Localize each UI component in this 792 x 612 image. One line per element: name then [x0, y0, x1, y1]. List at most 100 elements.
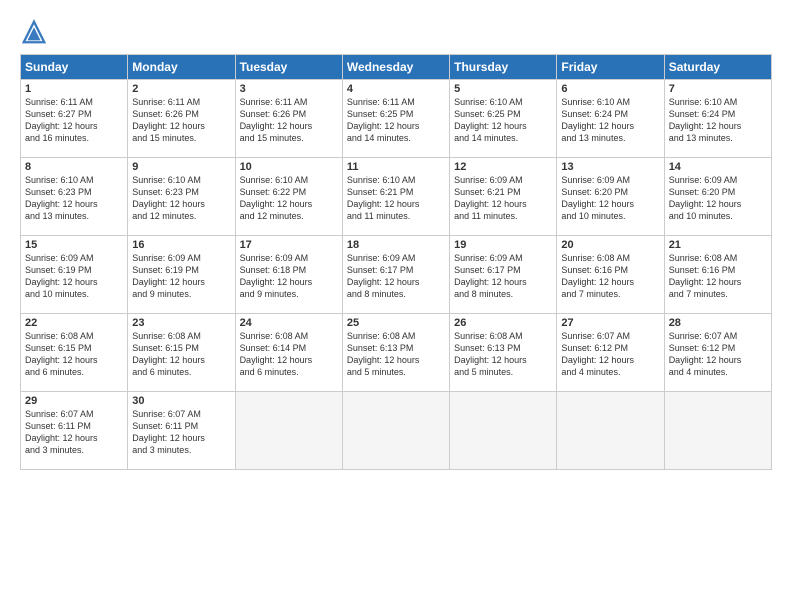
- daylight-minutes: and 8 minutes.: [454, 289, 513, 299]
- day-info: Sunrise: 6:09 AM Sunset: 6:20 PM Dayligh…: [561, 174, 659, 223]
- daylight-minutes: and 10 minutes.: [561, 211, 625, 221]
- sunrise-label: Sunrise: 6:07 AM: [132, 409, 201, 419]
- sunset-label: Sunset: 6:12 PM: [669, 343, 736, 353]
- sunrise-label: Sunrise: 6:08 AM: [669, 253, 738, 263]
- day-info: Sunrise: 6:10 AM Sunset: 6:25 PM Dayligh…: [454, 96, 552, 145]
- day-cell: 10 Sunrise: 6:10 AM Sunset: 6:22 PM Dayl…: [235, 158, 342, 236]
- daylight-minutes: and 13 minutes.: [561, 133, 625, 143]
- day-number: 16: [132, 239, 230, 251]
- sunrise-label: Sunrise: 6:10 AM: [561, 97, 630, 107]
- day-number: 12: [454, 161, 552, 173]
- sunset-label: Sunset: 6:26 PM: [132, 109, 199, 119]
- day-cell: [450, 392, 557, 470]
- daylight-minutes: and 16 minutes.: [25, 133, 89, 143]
- day-number: 22: [25, 317, 123, 329]
- daylight-minutes: and 6 minutes.: [132, 367, 191, 377]
- day-info: Sunrise: 6:08 AM Sunset: 6:14 PM Dayligh…: [240, 330, 338, 379]
- sunset-label: Sunset: 6:17 PM: [454, 265, 521, 275]
- sunrise-label: Sunrise: 6:10 AM: [25, 175, 94, 185]
- daylight-label: Daylight: 12 hours: [132, 121, 205, 131]
- daylight-label: Daylight: 12 hours: [347, 199, 420, 209]
- daylight-label: Daylight: 12 hours: [25, 121, 98, 131]
- day-info: Sunrise: 6:08 AM Sunset: 6:13 PM Dayligh…: [347, 330, 445, 379]
- sunset-label: Sunset: 6:11 PM: [25, 421, 91, 431]
- header-cell-monday: Monday: [128, 55, 235, 80]
- page: SundayMondayTuesdayWednesdayThursdayFrid…: [0, 0, 792, 612]
- sunrise-label: Sunrise: 6:09 AM: [132, 253, 201, 263]
- daylight-minutes: and 4 minutes.: [669, 367, 728, 377]
- sunrise-label: Sunrise: 6:08 AM: [454, 331, 523, 341]
- day-cell: 20 Sunrise: 6:08 AM Sunset: 6:16 PM Dayl…: [557, 236, 664, 314]
- week-row-4: 22 Sunrise: 6:08 AM Sunset: 6:15 PM Dayl…: [21, 314, 772, 392]
- day-info: Sunrise: 6:09 AM Sunset: 6:19 PM Dayligh…: [25, 252, 123, 301]
- daylight-minutes: and 15 minutes.: [132, 133, 196, 143]
- day-cell: 12 Sunrise: 6:09 AM Sunset: 6:21 PM Dayl…: [450, 158, 557, 236]
- day-info: Sunrise: 6:10 AM Sunset: 6:23 PM Dayligh…: [132, 174, 230, 223]
- daylight-label: Daylight: 12 hours: [25, 433, 98, 443]
- sunset-label: Sunset: 6:20 PM: [561, 187, 628, 197]
- sunrise-label: Sunrise: 6:08 AM: [25, 331, 94, 341]
- day-cell: 21 Sunrise: 6:08 AM Sunset: 6:16 PM Dayl…: [664, 236, 771, 314]
- day-number: 24: [240, 317, 338, 329]
- day-cell: 26 Sunrise: 6:08 AM Sunset: 6:13 PM Dayl…: [450, 314, 557, 392]
- week-row-2: 8 Sunrise: 6:10 AM Sunset: 6:23 PM Dayli…: [21, 158, 772, 236]
- header: [20, 18, 772, 46]
- day-cell: 15 Sunrise: 6:09 AM Sunset: 6:19 PM Dayl…: [21, 236, 128, 314]
- day-cell: 29 Sunrise: 6:07 AM Sunset: 6:11 PM Dayl…: [21, 392, 128, 470]
- day-number: 6: [561, 83, 659, 95]
- day-number: 26: [454, 317, 552, 329]
- daylight-label: Daylight: 12 hours: [240, 277, 313, 287]
- day-number: 10: [240, 161, 338, 173]
- day-info: Sunrise: 6:10 AM Sunset: 6:22 PM Dayligh…: [240, 174, 338, 223]
- daylight-minutes: and 6 minutes.: [25, 367, 84, 377]
- sunrise-label: Sunrise: 6:08 AM: [240, 331, 309, 341]
- day-info: Sunrise: 6:09 AM Sunset: 6:20 PM Dayligh…: [669, 174, 767, 223]
- sunrise-label: Sunrise: 6:07 AM: [561, 331, 630, 341]
- sunrise-label: Sunrise: 6:11 AM: [240, 97, 308, 107]
- day-number: 7: [669, 83, 767, 95]
- sunrise-label: Sunrise: 6:09 AM: [240, 253, 309, 263]
- day-number: 30: [132, 395, 230, 407]
- sunset-label: Sunset: 6:25 PM: [347, 109, 414, 119]
- daylight-label: Daylight: 12 hours: [132, 199, 205, 209]
- daylight-minutes: and 14 minutes.: [347, 133, 411, 143]
- day-number: 13: [561, 161, 659, 173]
- day-cell: [557, 392, 664, 470]
- day-info: Sunrise: 6:08 AM Sunset: 6:15 PM Dayligh…: [25, 330, 123, 379]
- day-info: Sunrise: 6:09 AM Sunset: 6:21 PM Dayligh…: [454, 174, 552, 223]
- sunset-label: Sunset: 6:16 PM: [669, 265, 736, 275]
- daylight-label: Daylight: 12 hours: [240, 355, 313, 365]
- sunset-label: Sunset: 6:20 PM: [669, 187, 736, 197]
- day-number: 14: [669, 161, 767, 173]
- daylight-label: Daylight: 12 hours: [25, 199, 98, 209]
- header-row: SundayMondayTuesdayWednesdayThursdayFrid…: [21, 55, 772, 80]
- logo-icon: [20, 18, 48, 46]
- day-cell: 27 Sunrise: 6:07 AM Sunset: 6:12 PM Dayl…: [557, 314, 664, 392]
- day-info: Sunrise: 6:10 AM Sunset: 6:23 PM Dayligh…: [25, 174, 123, 223]
- sunset-label: Sunset: 6:23 PM: [25, 187, 92, 197]
- sunrise-label: Sunrise: 6:09 AM: [25, 253, 94, 263]
- day-info: Sunrise: 6:11 AM Sunset: 6:26 PM Dayligh…: [132, 96, 230, 145]
- day-number: 23: [132, 317, 230, 329]
- day-cell: 28 Sunrise: 6:07 AM Sunset: 6:12 PM Dayl…: [664, 314, 771, 392]
- day-number: 3: [240, 83, 338, 95]
- sunset-label: Sunset: 6:15 PM: [25, 343, 92, 353]
- day-cell: 16 Sunrise: 6:09 AM Sunset: 6:19 PM Dayl…: [128, 236, 235, 314]
- day-info: Sunrise: 6:10 AM Sunset: 6:21 PM Dayligh…: [347, 174, 445, 223]
- day-info: Sunrise: 6:07 AM Sunset: 6:11 PM Dayligh…: [132, 408, 230, 457]
- sunset-label: Sunset: 6:11 PM: [132, 421, 198, 431]
- day-number: 9: [132, 161, 230, 173]
- day-info: Sunrise: 6:07 AM Sunset: 6:11 PM Dayligh…: [25, 408, 123, 457]
- day-number: 21: [669, 239, 767, 251]
- sunset-label: Sunset: 6:17 PM: [347, 265, 414, 275]
- day-cell: 2 Sunrise: 6:11 AM Sunset: 6:26 PM Dayli…: [128, 80, 235, 158]
- daylight-label: Daylight: 12 hours: [669, 355, 742, 365]
- day-cell: [235, 392, 342, 470]
- day-number: 28: [669, 317, 767, 329]
- sunrise-label: Sunrise: 6:10 AM: [669, 97, 738, 107]
- daylight-minutes: and 4 minutes.: [561, 367, 620, 377]
- daylight-label: Daylight: 12 hours: [669, 277, 742, 287]
- sunrise-label: Sunrise: 6:10 AM: [132, 175, 201, 185]
- sunset-label: Sunset: 6:12 PM: [561, 343, 628, 353]
- daylight-minutes: and 9 minutes.: [240, 289, 299, 299]
